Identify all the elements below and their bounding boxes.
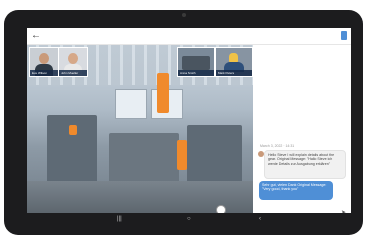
home-icon[interactable]: ○ bbox=[187, 213, 191, 225]
outgoing-message-text: Sehr gut, vielen Dank Original Message: … bbox=[262, 183, 327, 192]
chat-timestamp: March 3, 2022 · 14:31 bbox=[260, 144, 295, 148]
participant-tile[interactable]: John Mueller bbox=[58, 47, 88, 77]
participant-name-caption: Mark Peters bbox=[216, 70, 252, 76]
participant-name-caption: Anna Smith bbox=[178, 70, 214, 76]
back-arrow-icon[interactable]: ← bbox=[31, 30, 41, 42]
machine bbox=[187, 125, 242, 185]
shared-view bbox=[182, 56, 210, 70]
participant-name-caption: Eve Wilson bbox=[30, 70, 58, 76]
menu-icon[interactable] bbox=[341, 31, 347, 40]
robot-arm bbox=[177, 140, 187, 170]
incoming-message: Hello Steve I will explain details about… bbox=[264, 150, 346, 179]
machine bbox=[109, 133, 179, 187]
app-top-bar: ← bbox=[27, 28, 351, 45]
factory-window bbox=[115, 89, 147, 119]
participant-tile[interactable]: Mark Peters bbox=[215, 47, 253, 77]
back-icon[interactable]: ‹ bbox=[259, 213, 261, 225]
robot-arm bbox=[157, 73, 169, 113]
participant-tile[interactable]: Anna Smith bbox=[177, 47, 215, 77]
robot-arm bbox=[69, 125, 77, 135]
android-nav-bar: ||| ○ ‹ bbox=[27, 213, 351, 225]
participant-face bbox=[39, 53, 49, 64]
participant-face bbox=[68, 53, 78, 64]
incoming-message-text: Hello Steve I will explain details about… bbox=[268, 153, 335, 166]
front-camera bbox=[182, 13, 186, 17]
recents-icon[interactable]: ||| bbox=[117, 213, 122, 225]
participant-name-caption: John Mueller bbox=[59, 70, 87, 76]
participant-tile[interactable]: Eve Wilson bbox=[29, 47, 59, 77]
tablet-screen: ← Eve Wilson John Mueller Anna Smith Mar… bbox=[27, 28, 351, 225]
outgoing-message: Sehr gut, vielen Dank Original Message: … bbox=[259, 181, 333, 200]
main-video-feed[interactable]: Eve Wilson John Mueller Anna Smith Mark … bbox=[27, 45, 253, 215]
hard-hat bbox=[229, 53, 238, 62]
chat-panel: March 3, 2022 · 14:31 Hello Steve I will… bbox=[254, 45, 351, 225]
